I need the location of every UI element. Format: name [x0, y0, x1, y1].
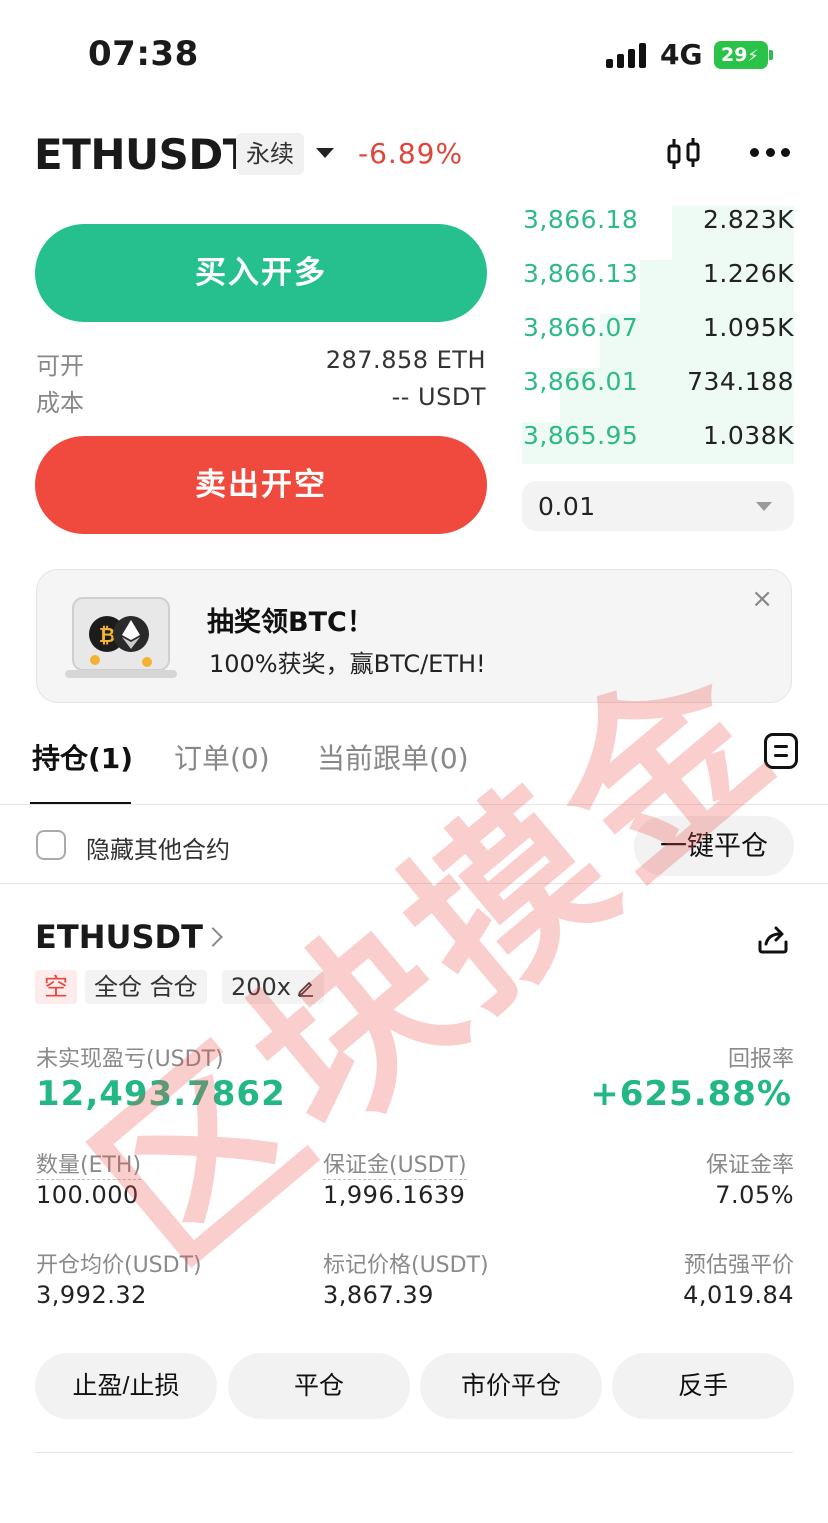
roe-value: +625.88% — [590, 1074, 792, 1114]
orderbook-price[interactable]: 3,865.95 — [523, 421, 638, 450]
orderbook-qty: 1.038K — [703, 421, 794, 450]
battery-level: 29 — [721, 44, 748, 66]
divider — [0, 883, 828, 884]
available-value: 287.858 ETH — [325, 346, 486, 374]
share-icon[interactable] — [756, 924, 790, 956]
qty-label: 数量(ETH) — [36, 1147, 142, 1180]
orderbook-qty: 2.823K — [703, 205, 794, 234]
hide-other-contracts-checkbox[interactable] — [36, 830, 66, 860]
price-step-select[interactable]: 0.01 — [522, 481, 794, 531]
tab-positions[interactable]: 持仓(1) — [32, 737, 133, 777]
cost-value: -- USDT — [391, 383, 486, 411]
liq-price-value: 4,019.84 — [683, 1281, 794, 1309]
divider — [35, 1452, 793, 1453]
orderbook-price[interactable]: 3,866.18 — [523, 205, 638, 234]
tab-copy-trades[interactable]: 当前跟单(0) — [317, 737, 469, 777]
network-type: 4G — [660, 38, 703, 71]
status-time: 07:38 — [88, 34, 199, 74]
leverage-value: 200x — [231, 973, 292, 1001]
margin-mode-badge: 全仓 合仓 — [85, 970, 207, 1004]
liq-price-label: 预估强平价 — [683, 1253, 794, 1278]
close-all-button[interactable]: 一键平仓 — [634, 816, 794, 876]
entry-price-value: 3,992.32 — [36, 1281, 147, 1309]
promo-banner[interactable]: ₿ 抽奖领BTC！ 100%获奖，赢BTC/ETH! × — [36, 569, 792, 703]
hide-other-contracts-label: 隐藏其他合约 — [86, 836, 230, 864]
price-step-value: 0.01 — [538, 492, 596, 521]
margin-value: 1,996.1639 — [323, 1181, 466, 1209]
tab-orders[interactable]: 订单(0) — [174, 737, 270, 777]
chevron-right-icon[interactable] — [203, 927, 223, 947]
margin-ratio-value: 7.05% — [715, 1181, 794, 1209]
leverage-badge[interactable]: 200x — [222, 970, 325, 1004]
margin-label: 保证金(USDT) — [323, 1147, 467, 1180]
pnl-label: 未实现盈亏(USDT) — [36, 1047, 224, 1072]
orderbook-qty: 1.226K — [703, 259, 794, 288]
battery-icon: 29⚡ — [714, 41, 768, 69]
position-pair[interactable]: ETHUSDT — [35, 918, 203, 956]
promo-subtitle: 100%获奖，赢BTC/ETH! — [209, 650, 486, 678]
candlestick-chart-icon[interactable] — [666, 136, 702, 172]
mark-price-value: 3,867.39 — [323, 1281, 434, 1309]
orderbook-price[interactable]: 3,866.07 — [523, 313, 638, 342]
pnl-value: 12,493.7862 — [36, 1074, 286, 1114]
orderbook-qty: 1.095K — [703, 313, 794, 342]
side-badge: 空 — [35, 970, 77, 1004]
cost-label: 成本 — [36, 389, 84, 417]
lottery-coins-icon: ₿ — [65, 597, 177, 678]
close-position-button[interactable]: 平仓 — [228, 1353, 410, 1419]
mark-price-label: 标记价格(USDT) — [323, 1253, 489, 1278]
margin-ratio-label: 保证金率 — [705, 1153, 794, 1178]
pair-title[interactable]: ETHUSDT — [34, 130, 251, 179]
signal-icon — [606, 42, 648, 68]
market-close-button[interactable]: 市价平仓 — [420, 1353, 602, 1419]
order-history-icon[interactable] — [764, 733, 798, 769]
edit-icon — [297, 981, 314, 997]
orderbook-qty: 734.188 — [687, 367, 794, 396]
orderbook-price[interactable]: 3,866.13 — [523, 259, 638, 288]
tp-sl-button[interactable]: 止盈/止损 — [35, 1353, 217, 1419]
orderbook-price[interactable]: 3,866.01 — [523, 367, 638, 396]
sell-short-button[interactable]: 卖出开空 — [35, 436, 487, 534]
qty-value: 100.000 — [36, 1181, 139, 1209]
battery-nub — [769, 50, 773, 60]
available-label: 可开 — [36, 352, 84, 380]
reverse-button[interactable]: 反手 — [612, 1353, 794, 1419]
price-change: -6.89% — [358, 137, 464, 170]
roe-label: 回报率 — [727, 1047, 794, 1072]
pair-dropdown-icon[interactable] — [316, 148, 334, 158]
svg-text:₿: ₿ — [99, 623, 115, 647]
close-icon[interactable]: × — [751, 584, 773, 614]
buy-long-button[interactable]: 买入开多 — [35, 224, 487, 322]
promo-title: 抽奖领BTC！ — [207, 607, 374, 638]
more-icon[interactable] — [750, 140, 790, 164]
contract-type-tag: 永续 — [236, 133, 304, 175]
chevron-down-icon — [756, 502, 772, 511]
divider — [0, 804, 828, 805]
entry-price-label: 开仓均价(USDT) — [36, 1253, 202, 1278]
